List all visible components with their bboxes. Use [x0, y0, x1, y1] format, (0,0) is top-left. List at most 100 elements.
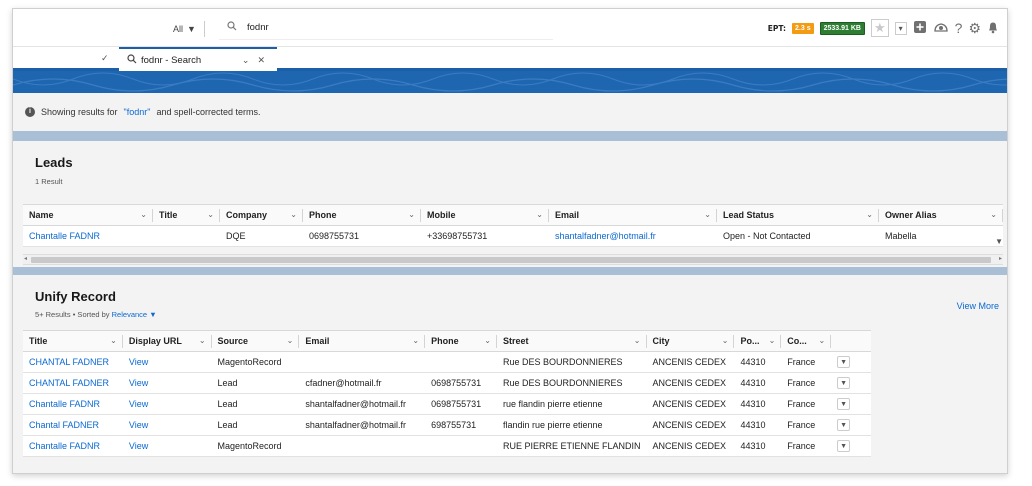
record-view-link[interactable]: View: [122, 435, 212, 457]
col-street[interactable]: Street ⌄: [496, 330, 647, 352]
caret-down-icon[interactable]: ▼: [149, 310, 156, 319]
search-scope-dropdown[interactable]: All ▼: [173, 21, 205, 37]
help-icon[interactable]: ?: [955, 21, 963, 35]
sort-by-dropdown[interactable]: Relevance: [112, 310, 147, 319]
record-country: France: [781, 372, 832, 394]
col-title[interactable]: Title ⌄: [153, 204, 220, 226]
favorite-star-icon[interactable]: ★: [870, 19, 889, 37]
chevron-down-icon[interactable]: ⌄: [818, 336, 825, 345]
add-icon[interactable]: [913, 20, 927, 36]
table-row: Chantal FADNER View Lead shantalfadner@h…: [23, 414, 871, 436]
row-actions: ▼: [831, 351, 871, 373]
chevron-down-icon[interactable]: ⌄: [704, 210, 711, 219]
scrollbar-thumb[interactable]: [31, 257, 991, 263]
chevron-down-icon[interactable]: ⌄: [140, 210, 147, 219]
gear-icon[interactable]: ⚙: [968, 21, 981, 35]
record-postal: 44310: [734, 435, 782, 457]
chevron-down-icon[interactable]: ⌄: [199, 336, 206, 345]
chevron-down-icon[interactable]: ⌄: [207, 210, 214, 219]
scroll-left-icon[interactable]: ◂: [24, 255, 27, 262]
record-postal: 44310: [734, 372, 782, 394]
lead-name-link[interactable]: Chantalle FADNR: [23, 225, 153, 247]
chevron-down-icon[interactable]: ⌄: [769, 336, 776, 345]
table-row: CHANTAL FADNER View Lead cfadner@hotmail…: [23, 372, 871, 394]
col-name[interactable]: Name ⌄: [23, 204, 153, 226]
favorites-dropdown-icon[interactable]: ▾: [894, 21, 907, 35]
record-source: MagentoRecord: [211, 435, 300, 457]
record-phone: 0698755731: [425, 393, 497, 415]
chevron-down-icon[interactable]: ⌄: [866, 210, 873, 219]
col-source[interactable]: Source ⌄: [211, 330, 300, 352]
record-title-link[interactable]: Chantal FADNER: [23, 414, 123, 436]
record-view-link[interactable]: View: [122, 414, 212, 436]
record-view-link[interactable]: View: [122, 393, 212, 415]
caret-down-icon: ▼: [187, 24, 196, 34]
row-actions-dropdown-icon[interactable]: ▼: [995, 237, 1003, 246]
tab-menu-chevron-icon[interactable]: ⌄: [242, 55, 250, 66]
scroll-right-icon[interactable]: ▸: [999, 255, 1002, 262]
record-title-link[interactable]: CHANTAL FADNER: [23, 351, 123, 373]
col-mobile[interactable]: Mobile ⌄: [421, 204, 549, 226]
chevron-down-icon[interactable]: ⌄: [408, 210, 415, 219]
record-title-link[interactable]: CHANTAL FADNER: [23, 372, 123, 394]
record-city: ANCENIS CEDEX: [646, 372, 735, 394]
chevron-down-icon[interactable]: ⌄: [484, 336, 491, 345]
row-actions-dropdown-icon[interactable]: ▼: [837, 398, 851, 410]
tab-search-results[interactable]: fodnr - Search ⌄ ✕: [119, 47, 277, 71]
bell-icon[interactable]: [987, 21, 999, 36]
chevron-down-icon[interactable]: ⌄: [990, 210, 997, 219]
unify-title: Unify Record: [35, 289, 116, 304]
row-actions: ▼: [831, 414, 871, 436]
col-country[interactable]: Co... ⌄: [781, 330, 832, 352]
record-country: France: [781, 351, 832, 373]
header-banner: [13, 71, 1007, 93]
search-input[interactable]: [247, 22, 527, 33]
chevron-down-icon[interactable]: ⌄: [110, 336, 117, 345]
col-lead-status[interactable]: Lead Status ⌄: [717, 204, 879, 226]
view-more-link[interactable]: View More: [957, 301, 999, 311]
horizontal-scrollbar[interactable]: ◂ ▸: [23, 254, 1003, 265]
col-email[interactable]: Email ⌄: [549, 204, 717, 226]
col-postal-code[interactable]: Po... ⌄: [734, 330, 782, 352]
chevron-down-icon[interactable]: ⌄: [290, 210, 297, 219]
col-city[interactable]: City ⌄: [646, 330, 735, 352]
col-title[interactable]: Title ⌄: [23, 330, 123, 352]
notice-term-link[interactable]: "fodnr": [124, 107, 151, 117]
chevron-down-icon[interactable]: ⌄: [536, 210, 543, 219]
trailhead-icon[interactable]: [933, 20, 949, 36]
row-actions-dropdown-icon[interactable]: ▼: [837, 356, 851, 368]
record-city: ANCENIS CEDEX: [646, 393, 735, 415]
lead-email-link[interactable]: shantalfadner@hotmail.fr: [549, 225, 717, 247]
col-phone[interactable]: Phone ⌄: [303, 204, 421, 226]
global-search[interactable]: [219, 16, 553, 40]
record-country: France: [781, 393, 832, 415]
col-company[interactable]: Company ⌄: [220, 204, 303, 226]
close-icon[interactable]: ✕: [257, 55, 265, 66]
col-email[interactable]: Email ⌄: [299, 330, 426, 352]
col-phone[interactable]: Phone ⌄: [425, 330, 497, 352]
record-phone: [425, 435, 497, 457]
col-owner-alias[interactable]: Owner Alias ⌄: [879, 204, 1003, 226]
notice-prefix: Showing results for: [41, 107, 118, 117]
record-email: shantalfadner@hotmail.fr: [299, 393, 426, 415]
row-actions-dropdown-icon[interactable]: ▼: [837, 440, 851, 452]
record-title-link[interactable]: Chantalle FADNR: [23, 393, 123, 415]
chevron-down-icon[interactable]: ⌄: [634, 336, 641, 345]
record-street: Rue DES BOURDONNIERES: [496, 372, 647, 394]
search-icon: [127, 53, 137, 67]
record-view-link[interactable]: View: [122, 372, 212, 394]
header-tools: EPT: 2.3 s 2533.91 KB ★ ▾ ? ⚙: [768, 19, 999, 37]
nav-menu-chevron-icon[interactable]: ✓: [101, 53, 109, 64]
leads-count: 1 Result: [35, 177, 63, 186]
row-actions: ▼: [831, 372, 871, 394]
col-display-url[interactable]: Display URL ⌄: [122, 330, 212, 352]
chevron-down-icon[interactable]: ⌄: [722, 336, 729, 345]
record-street: RUE PIERRE ETIENNE FLANDIN: [496, 435, 647, 457]
row-actions-dropdown-icon[interactable]: ▼: [837, 377, 851, 389]
chevron-down-icon[interactable]: ⌄: [412, 336, 419, 345]
row-actions-dropdown-icon[interactable]: ▼: [837, 419, 851, 431]
record-phone: [425, 351, 497, 373]
record-view-link[interactable]: View: [122, 351, 212, 373]
chevron-down-icon[interactable]: ⌄: [287, 336, 294, 345]
record-title-link[interactable]: Chantalle FADNR: [23, 435, 123, 457]
